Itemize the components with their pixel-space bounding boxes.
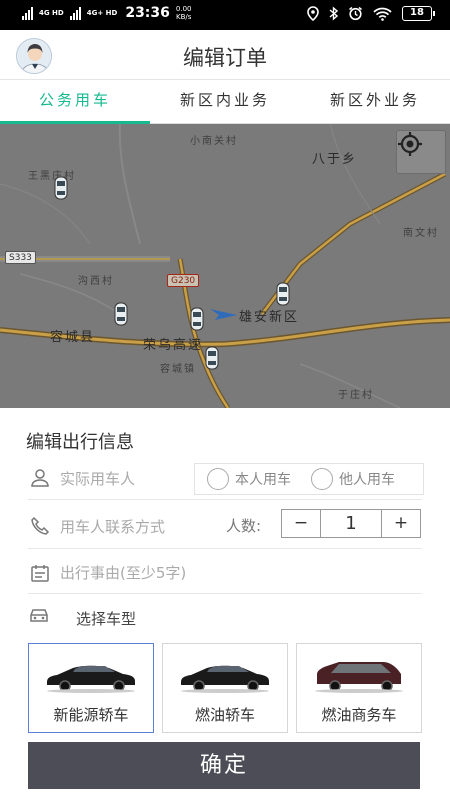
car-type-fuel-mpv[interactable]: 燃油商务车 bbox=[296, 643, 422, 733]
sedan-icon bbox=[181, 665, 269, 693]
car-type-label-ev-sedan: 新能源轿车 bbox=[53, 706, 129, 724]
signal-icon bbox=[69, 6, 81, 20]
car-marker-icon[interactable] bbox=[190, 307, 204, 331]
calendar-icon bbox=[31, 565, 49, 582]
radio-self-label: 本人用车 bbox=[235, 472, 291, 488]
car-type-label-fuel-sedan: 燃油轿车 bbox=[194, 706, 255, 724]
locate-icon bbox=[398, 132, 422, 156]
map-label: 沟西村 bbox=[78, 276, 114, 287]
car-type-label-fuel-mpv: 燃油商务车 bbox=[321, 706, 397, 724]
tab-inside-district[interactable]: 新区内业务 bbox=[150, 80, 300, 123]
section-title: 编辑出行信息 bbox=[26, 432, 134, 453]
location-icon bbox=[307, 6, 319, 21]
wifi-icon bbox=[373, 7, 392, 21]
map-label: 容城县 bbox=[50, 330, 96, 345]
car-marker-icon[interactable] bbox=[205, 346, 219, 370]
car-marker-icon[interactable] bbox=[276, 282, 290, 306]
tab-outside-district[interactable]: 新区外业务 bbox=[300, 80, 450, 123]
car-marker-icon[interactable] bbox=[54, 176, 68, 200]
actual-user-input[interactable]: 实际用车人 bbox=[60, 468, 135, 489]
speed-unit: KB/s bbox=[176, 13, 192, 21]
map-label: 王黑庄村 bbox=[28, 171, 76, 182]
radio-circle-icon bbox=[311, 468, 333, 490]
tab-bar: 公务用车 新区内业务 新区外业务 bbox=[0, 80, 450, 124]
radio-other-label: 他人用车 bbox=[339, 472, 395, 488]
map-view[interactable]: 小南关村 八于乡 王黑庄村 南文村 沟西村 容城县 荣乌高速 雄安新区 容城镇 … bbox=[0, 124, 450, 408]
car-type-fuel-sedan[interactable]: 燃油轿车 bbox=[162, 643, 288, 733]
contact-input[interactable]: 用车人联系方式 bbox=[60, 516, 165, 537]
user-type-selector: 本人用车 他人用车 bbox=[194, 463, 424, 495]
confirm-button[interactable]: 确定 bbox=[28, 742, 420, 789]
locate-button[interactable] bbox=[396, 130, 446, 174]
car-type-ev-sedan[interactable]: 新能源轿车 bbox=[28, 643, 154, 733]
road-badge-g230: G230 bbox=[167, 274, 200, 287]
signal-icon bbox=[22, 6, 33, 20]
people-count-label: 人数: bbox=[226, 517, 262, 535]
road-badge-s333: S333 bbox=[5, 251, 36, 264]
network-speed: 0.00 KB/s bbox=[176, 5, 192, 21]
app-header: 编辑订单 bbox=[0, 30, 450, 80]
reason-row: 出行事由(至少5字) bbox=[28, 550, 422, 594]
radio-self[interactable]: 本人用车 bbox=[207, 468, 291, 490]
car-marker-icon[interactable] bbox=[114, 302, 128, 326]
map-label: 于庄村 bbox=[338, 390, 374, 401]
increment-button[interactable]: + bbox=[382, 510, 420, 537]
car-icon bbox=[30, 609, 48, 622]
actual-user-row: 实际用车人 本人用车 他人用车 bbox=[28, 458, 424, 500]
map-label: 荣乌高速 bbox=[143, 338, 204, 353]
map-label: 容城镇 bbox=[160, 364, 196, 375]
map-label: 八于乡 bbox=[312, 152, 358, 167]
alarm-icon bbox=[349, 6, 362, 21]
bluetooth-icon bbox=[329, 6, 338, 21]
decrement-button[interactable]: − bbox=[282, 510, 320, 537]
network-type-2: 4G+ HD bbox=[86, 8, 118, 17]
people-count-stepper: − 1 + bbox=[281, 509, 421, 538]
tab-official-car[interactable]: 公务用车 bbox=[0, 80, 150, 124]
map-label: 南文村 bbox=[403, 228, 439, 239]
status-bar: 4G HD 4G+ HD 23:36 0.00 KB/s 18 bbox=[0, 0, 450, 30]
map-label: 雄安新区 bbox=[239, 310, 300, 325]
car-type-label: 选择车型 bbox=[76, 610, 137, 628]
page-title: 编辑订单 bbox=[183, 46, 267, 70]
reason-input[interactable]: 出行事由(至少5字) bbox=[60, 562, 186, 583]
car-type-list: 新能源轿车 燃油轿车 燃油商务车 bbox=[28, 643, 422, 733]
battery-icon: 18 bbox=[402, 6, 435, 21]
sedan-icon bbox=[47, 665, 135, 693]
contact-row: 用车人联系方式 人数: − 1 + bbox=[28, 505, 422, 549]
people-count-value[interactable]: 1 bbox=[320, 510, 382, 537]
radio-other[interactable]: 他人用车 bbox=[311, 468, 395, 490]
map-label: 小南关村 bbox=[190, 136, 238, 147]
radio-circle-icon bbox=[207, 468, 229, 490]
clock: 23:36 bbox=[125, 5, 170, 21]
phone-icon bbox=[31, 516, 50, 535]
network-type-1: 4G HD bbox=[39, 8, 64, 17]
person-icon bbox=[31, 469, 49, 487]
mpv-icon bbox=[315, 662, 403, 693]
speed-value: 0.00 bbox=[175, 5, 192, 13]
